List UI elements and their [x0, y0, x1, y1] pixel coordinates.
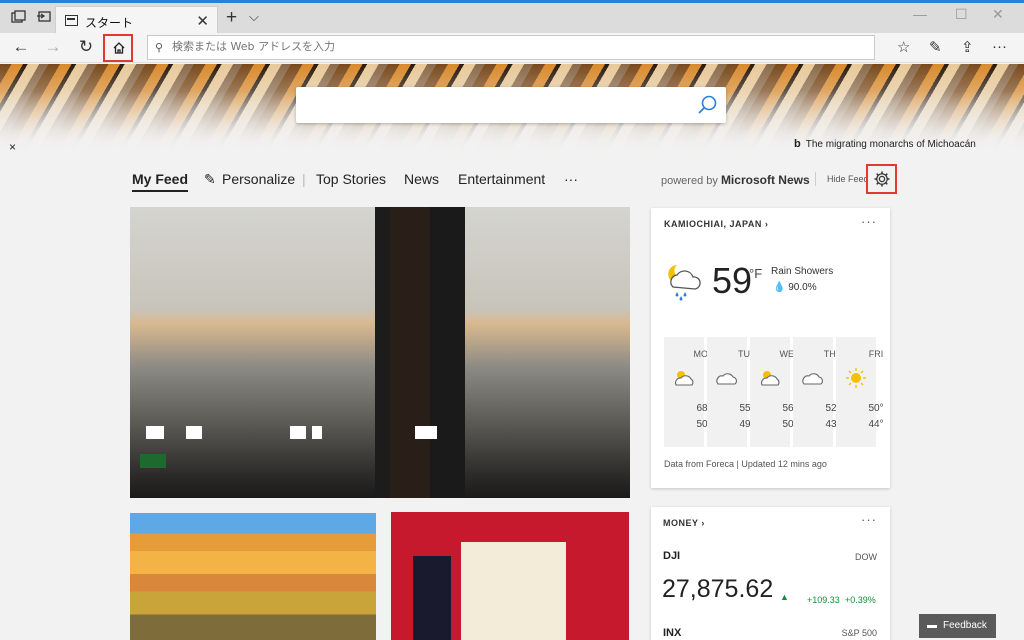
more-options-icon[interactable]: ··· [861, 512, 877, 527]
navigation-bar: ← → ↻ ⚲ ☆ ✎ ⇪ ··· [0, 33, 1024, 63]
money-card: MONEY › ··· DJI DOW 27,875.62 ▲ +109.33 … [651, 507, 890, 640]
pencil-icon: ✎ [204, 171, 216, 187]
more-menu-icon[interactable]: ··· [992, 38, 1007, 55]
forecast-day[interactable]: FRI 50° 44° [836, 337, 884, 447]
news-card-image[interactable] [391, 512, 629, 640]
search-icon[interactable] [696, 94, 718, 116]
more-tabs-icon[interactable]: ··· [564, 171, 578, 187]
tab-top-stories[interactable]: Top Stories [316, 171, 386, 187]
partly-sunny-icon [761, 371, 780, 386]
weather-condition: Rain Showers [771, 266, 834, 277]
precipitation: 💧 90.0% [773, 282, 817, 293]
weather-card: KAMIOCHIAI, JAPAN › ··· 59 °F Rain Showe… [651, 208, 890, 488]
forecast-day[interactable]: WED 56° 50° [750, 337, 801, 447]
powered-by: powered by Microsoft News [661, 173, 810, 187]
home-button[interactable] [103, 34, 133, 62]
image-credit[interactable]: b The migrating monarchs of Michoacán [794, 138, 976, 150]
page-favicon-icon [65, 15, 78, 26]
sunny-icon [846, 368, 866, 388]
stock-symbol[interactable]: DJI [663, 550, 680, 562]
news-card-main-image[interactable] [130, 207, 630, 498]
stock-exchange: S&P 500 [841, 628, 877, 638]
feedback-button[interactable]: ▬ Feedback [919, 614, 996, 638]
up-arrow-icon: ▲ [780, 592, 789, 602]
web-search-box[interactable] [296, 87, 726, 123]
forecast: MON 68° 50° TUE 55° 49° WED 56° 50° THU … [664, 337, 884, 447]
address-input[interactable] [172, 40, 862, 53]
feedback-label: Feedback [943, 620, 987, 631]
money-title[interactable]: MONEY › [663, 518, 705, 528]
news-card-image[interactable] [130, 513, 376, 640]
stock-symbol[interactable]: INX [663, 627, 681, 639]
image-credit-text: The migrating monarchs of Michoacán [805, 139, 976, 150]
title-bar: スタート ✕ + ⌵ — ☐ ✕ [0, 0, 1024, 36]
tab-title: スタート [85, 16, 134, 30]
forecast-day[interactable]: MON 68° 50° [664, 337, 715, 447]
gear-icon [874, 171, 890, 187]
stock-change: +109.33 [807, 595, 840, 605]
stock-value: 27,875.62 [662, 575, 774, 603]
weather-location[interactable]: KAMIOCHIAI, JAPAN › [664, 219, 768, 229]
tab-my-feed[interactable]: My Feed [132, 171, 189, 192]
chevron-down-icon[interactable]: ⌵ [249, 9, 259, 25]
feedback-icon: ▬ [927, 620, 937, 631]
tab-news[interactable]: News [404, 171, 439, 187]
microsoft-news-brand: Microsoft News [720, 173, 810, 187]
back-arrow-icon[interactable]: ← [10, 37, 32, 57]
powered-prefix: powered by [661, 175, 718, 187]
close-tab-icon[interactable]: ✕ [196, 12, 209, 30]
stock-percent: +0.39% [845, 595, 876, 605]
forecast-day[interactable]: TUE 55° 49° [707, 337, 756, 447]
raindrop-icon: 💧 [773, 282, 786, 293]
home-icon [113, 42, 125, 54]
address-bar[interactable]: ⚲ [147, 35, 875, 60]
tab-preview-icon[interactable] [11, 10, 27, 24]
partly-sunny-icon [675, 371, 694, 386]
dismiss-icon[interactable]: × [9, 140, 16, 154]
close-window-icon[interactable]: ✕ [992, 6, 1004, 23]
tab-entertainment[interactable]: Entertainment [458, 171, 545, 187]
forecast-day[interactable]: THU 52° 43° [793, 337, 842, 447]
maximize-icon[interactable]: ☐ [955, 6, 968, 23]
tab-start[interactable]: スタート ✕ [55, 6, 218, 36]
rain-showers-icon [668, 265, 701, 301]
cloudy-icon [802, 373, 823, 385]
hide-feed-link[interactable]: Hide Feed [827, 174, 869, 184]
stock-exchange: DOW [855, 552, 877, 562]
temperature-unit[interactable]: °F [749, 266, 762, 281]
cloudy-icon [716, 373, 737, 385]
new-tab-icon[interactable]: + [226, 7, 237, 29]
search-icon: ⚲ [155, 42, 164, 54]
refresh-icon[interactable]: ↻ [75, 37, 97, 57]
set-aside-tabs-icon[interactable] [36, 10, 52, 24]
share-icon[interactable]: ⇪ [961, 38, 974, 56]
favorites-star-icon[interactable]: ☆ [897, 38, 910, 56]
pen-notes-icon[interactable]: ✎ [929, 38, 942, 56]
search-input[interactable] [306, 95, 686, 111]
divider: | [302, 171, 306, 187]
tab-personalize[interactable]: Personalize [222, 171, 295, 187]
page-settings-button[interactable] [866, 164, 897, 194]
divider [815, 172, 816, 186]
bing-logo-icon: b [794, 138, 801, 150]
forward-arrow-icon[interactable]: → [42, 37, 64, 57]
weather-footer[interactable]: Data from Foreca | Updated 12 mins ago [664, 459, 827, 469]
more-options-icon[interactable]: ··· [861, 214, 877, 229]
current-temperature: 59 [712, 260, 753, 301]
minimize-icon[interactable]: — [913, 6, 927, 22]
